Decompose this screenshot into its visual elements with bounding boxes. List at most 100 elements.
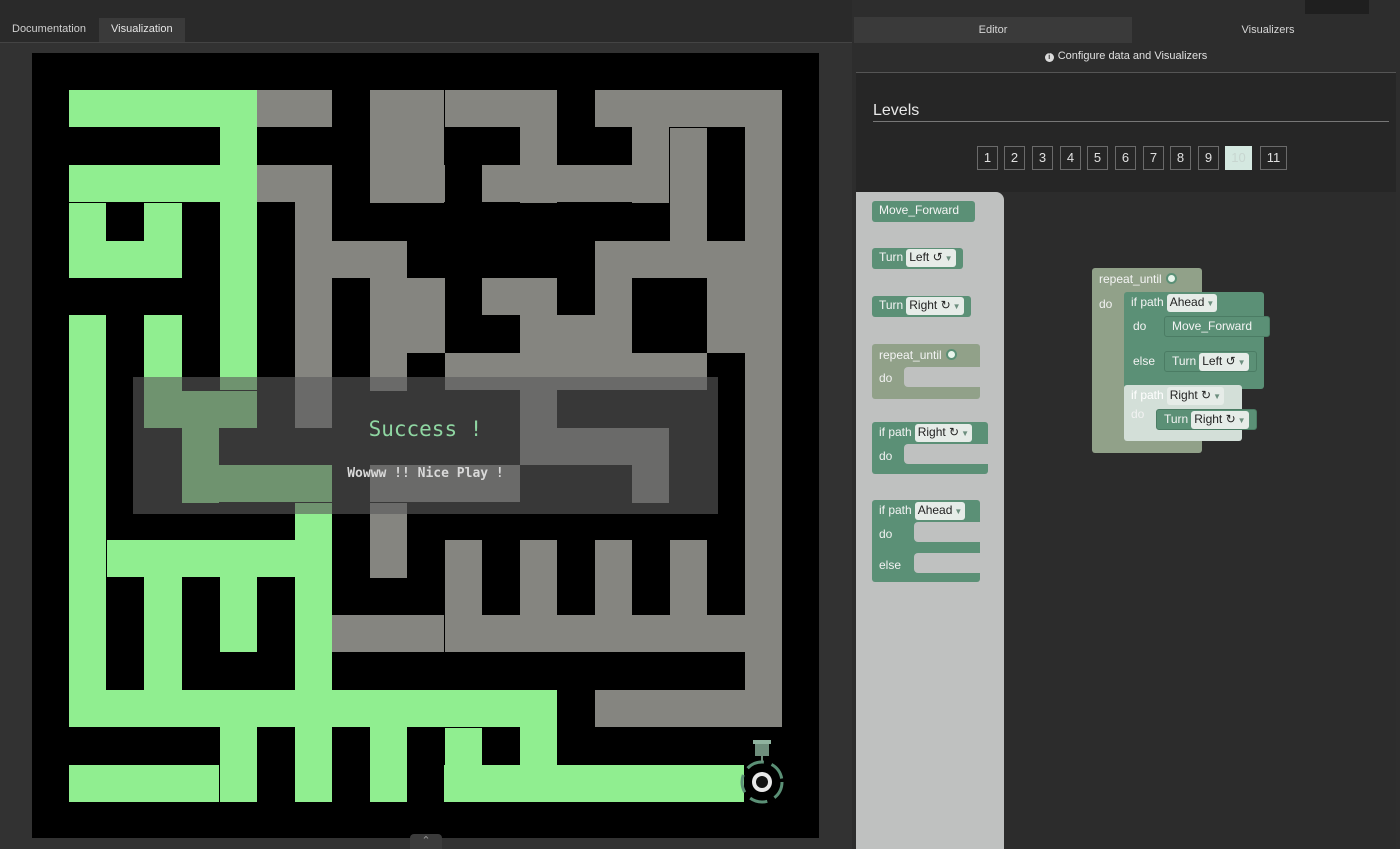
block-do-label: do bbox=[879, 371, 893, 385]
maze-path-cell bbox=[745, 390, 782, 690]
block-label: Turn bbox=[1164, 412, 1189, 426]
configure-link[interactable]: i Configure data and Visualizers bbox=[852, 45, 1400, 69]
block-label: repeat_until bbox=[879, 348, 942, 362]
block-label: Turn bbox=[879, 298, 904, 312]
block-do-label: do bbox=[879, 449, 893, 463]
program-if-path-ahead-block[interactable]: if path Ahead ▼ do else bbox=[1124, 292, 1264, 389]
statement-slot bbox=[904, 444, 994, 464]
direction-dropdown[interactable]: Left ↺ ▼ bbox=[906, 249, 956, 267]
success-message: Wowww !! Nice Play ! bbox=[347, 466, 504, 481]
maze-visited-cell bbox=[445, 728, 482, 765]
dropdown-caret-icon: ▼ bbox=[961, 429, 970, 438]
dropdown-value: Ahead bbox=[1169, 295, 1205, 309]
program-move-forward-block[interactable]: Move_Forward bbox=[1164, 316, 1270, 337]
block-else-label: else bbox=[879, 558, 902, 572]
toolbox-turn-right-block[interactable]: Turn Right ↻ ▼ bbox=[872, 296, 971, 317]
dropdown-value: Right ↻ bbox=[1194, 412, 1236, 426]
maze-path-cell bbox=[257, 90, 332, 127]
toolbox-if-path-block[interactable]: if path Right ↻ ▼ do bbox=[872, 422, 994, 474]
blockly-workspace[interactable]: Move_Forward Turn Left ↺ ▼ Turn Right ↻ ▼ re… bbox=[856, 192, 1396, 849]
direction-dropdown[interactable]: Right ↻ ▼ bbox=[1191, 411, 1249, 429]
level-button-8[interactable]: 8 bbox=[1170, 146, 1191, 170]
direction-dropdown[interactable]: Ahead ▼ bbox=[1166, 294, 1218, 312]
level-button-3[interactable]: 3 bbox=[1032, 146, 1053, 170]
chevron-up-icon[interactable]: ⌃ bbox=[410, 834, 442, 849]
level-button-11[interactable]: 11 bbox=[1260, 146, 1287, 170]
level-button-5[interactable]: 5 bbox=[1087, 146, 1108, 170]
block-label: Turn bbox=[1172, 354, 1197, 368]
block-do-label: do bbox=[1131, 407, 1145, 421]
block-label: Move_Forward bbox=[879, 203, 960, 217]
right-tab-bar: Editor Visualizers bbox=[852, 17, 1400, 43]
tab-visualization[interactable]: Visualization bbox=[99, 18, 185, 42]
level-button-1[interactable]: 1 bbox=[977, 146, 998, 170]
toolbox-move-forward-block[interactable]: Move_Forward bbox=[872, 201, 975, 222]
maze-visited-cell bbox=[144, 540, 182, 690]
direction-dropdown[interactable]: Right ↻ ▼ bbox=[1166, 387, 1225, 405]
direction-dropdown[interactable]: Left ↺ ▼ bbox=[1199, 353, 1249, 371]
maze-visited-cell bbox=[220, 90, 257, 390]
level-button-2[interactable]: 2 bbox=[1004, 146, 1025, 170]
direction-dropdown[interactable]: Right ↻ ▼ bbox=[906, 297, 964, 315]
maze-path-cell bbox=[520, 540, 557, 615]
maze-path-cell bbox=[632, 90, 669, 203]
maze-visited-cell bbox=[69, 315, 106, 715]
maze-path-cell bbox=[557, 165, 632, 202]
dropdown-caret-icon: ▼ bbox=[1237, 358, 1246, 367]
maze-path-cell bbox=[595, 241, 632, 354]
levels-title: Levels bbox=[873, 102, 920, 119]
level-button-10[interactable]: 10 bbox=[1225, 146, 1252, 170]
toolbox-if-else-block[interactable]: if path Ahead ▼ do else bbox=[872, 500, 986, 582]
block-label: Turn bbox=[879, 250, 904, 264]
program-turn-left-block[interactable]: Turn Left ↺ ▼ bbox=[1164, 351, 1257, 372]
toolbox-turn-left-block[interactable]: Turn Left ↺ ▼ bbox=[872, 248, 963, 269]
success-title: Success ! bbox=[368, 417, 483, 441]
direction-dropdown[interactable]: Right ↻ ▼ bbox=[914, 424, 973, 442]
tab-documentation[interactable]: Documentation bbox=[0, 18, 98, 42]
maze-visited-cell bbox=[144, 203, 182, 278]
maze-visited-cell bbox=[220, 690, 257, 802]
block-do-label: do bbox=[1099, 297, 1113, 311]
maze-path-cell bbox=[670, 128, 707, 241]
block-label: if path bbox=[1131, 295, 1164, 309]
program-turn-right-block[interactable]: Turn Right ↻ ▼ bbox=[1156, 409, 1257, 430]
statement-slot bbox=[904, 367, 984, 387]
dropdown-value: Ahead bbox=[917, 503, 953, 517]
toolbar-stub bbox=[1305, 0, 1369, 14]
direction-dropdown[interactable]: Ahead ▼ bbox=[914, 502, 966, 520]
level-button-6[interactable]: 6 bbox=[1115, 146, 1136, 170]
statement-slot bbox=[914, 553, 986, 573]
maze-path-cell bbox=[407, 278, 445, 353]
block-do-label: do bbox=[1133, 319, 1147, 333]
gear-icon bbox=[945, 349, 957, 360]
maze-path-cell bbox=[370, 503, 407, 578]
toolbox-repeat-until-block[interactable]: repeat_until do bbox=[872, 344, 984, 399]
tab-visualizers[interactable]: Visualizers bbox=[1136, 17, 1400, 43]
dropdown-value: Right ↻ bbox=[909, 298, 951, 312]
block-label: if path bbox=[879, 503, 912, 517]
levels-panel: Levels 1 2 3 4 5 6 7 8 9 10 11 bbox=[856, 72, 1396, 192]
dropdown-value: Right ↻ bbox=[1169, 388, 1212, 402]
maze-visited-cell bbox=[370, 690, 407, 802]
block-label: Move_Forward bbox=[1172, 319, 1253, 333]
maze-visited-cell bbox=[444, 765, 744, 802]
maze-path-cell bbox=[332, 615, 444, 652]
dropdown-caret-icon: ▼ bbox=[954, 507, 963, 516]
level-button-4[interactable]: 4 bbox=[1060, 146, 1081, 170]
maze-path-cell bbox=[595, 690, 782, 727]
maze-path-cell bbox=[482, 165, 557, 202]
block-else-label: else bbox=[1133, 354, 1156, 368]
tab-editor[interactable]: Editor bbox=[854, 17, 1132, 43]
left-tab-bar: Documentation Visualization bbox=[0, 0, 852, 42]
block-label: if path bbox=[879, 425, 912, 439]
maze-visited-cell bbox=[295, 503, 332, 703]
maze-path-cell bbox=[520, 278, 557, 353]
maze-path-cell bbox=[407, 90, 444, 203]
configure-label: Configure data and Visualizers bbox=[1057, 50, 1208, 62]
block-toolbox: Move_Forward Turn Left ↺ ▼ Turn Right ↻ ▼ re… bbox=[856, 192, 1004, 849]
maze-visited-cell bbox=[295, 690, 332, 802]
level-button-7[interactable]: 7 bbox=[1143, 146, 1164, 170]
maze-visited-cell bbox=[69, 165, 257, 202]
level-button-9[interactable]: 9 bbox=[1198, 146, 1219, 170]
gear-icon bbox=[1165, 273, 1177, 284]
